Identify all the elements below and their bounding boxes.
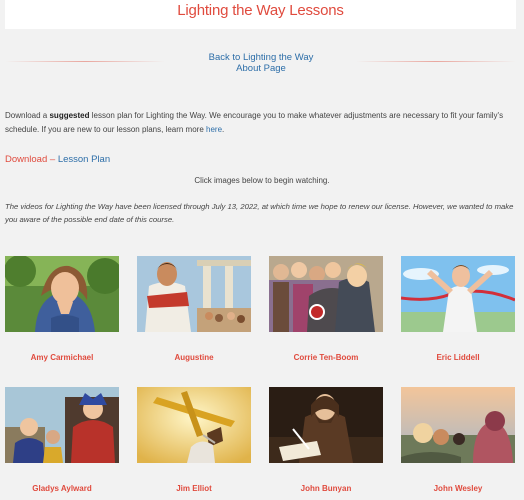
lesson-card-john-bunyan[interactable]: John Bunyan xyxy=(269,387,383,493)
lesson-name[interactable]: John Wesley xyxy=(391,484,524,493)
lesson-name[interactable]: Jim Elliot xyxy=(127,484,261,493)
back-nav: Back to Lighting the Way About Page xyxy=(0,52,524,78)
learn-more-link[interactable]: here xyxy=(206,125,222,134)
jim-elliot-thumbnail[interactable] xyxy=(137,387,251,463)
download-label: Download xyxy=(5,154,48,165)
lesson-card-eric-liddell[interactable]: Eric Liddell xyxy=(401,256,515,362)
page-title: Lighting the Way Lessons xyxy=(177,2,344,19)
intro-paragraph: Download a suggested lesson plan for Lig… xyxy=(5,109,519,136)
back-link-line1: Back to Lighting the Way xyxy=(208,52,314,63)
corrie-ten-boom-thumbnail[interactable] xyxy=(269,256,383,332)
divider-left xyxy=(5,61,165,62)
download-separator: – xyxy=(47,154,58,165)
instruction-text: Click images below to begin watching. xyxy=(194,176,330,185)
divider-right xyxy=(356,61,516,62)
lesson-card-corrie-ten-boom[interactable]: Corrie Ten-Boom xyxy=(269,256,383,362)
gladys-aylward-thumbnail[interactable] xyxy=(5,387,119,463)
lesson-card-jim-elliot[interactable]: Jim Elliot xyxy=(137,387,251,493)
lesson-name[interactable]: Gladys Aylward xyxy=(0,484,129,493)
license-note: The videos for Lighting the Way have bee… xyxy=(5,202,514,224)
eric-liddell-thumbnail[interactable] xyxy=(401,256,515,332)
augustine-thumbnail[interactable] xyxy=(137,256,251,332)
lesson-plan-link[interactable]: Lesson Plan xyxy=(58,154,110,165)
lesson-name[interactable]: Eric Liddell xyxy=(391,353,524,362)
lesson-card-john-wesley[interactable]: John Wesley xyxy=(401,387,515,493)
lesson-card-augustine[interactable]: Augustine xyxy=(137,256,251,362)
intro-text-end: . xyxy=(222,124,225,134)
lesson-card-gladys-aylward[interactable]: Gladys Aylward xyxy=(5,387,119,493)
intro-bold: suggested xyxy=(49,111,90,120)
lesson-name[interactable]: Corrie Ten-Boom xyxy=(259,353,393,362)
intro-text-a: Download a xyxy=(5,111,50,120)
back-to-about-link[interactable]: Back to Lighting the Way About Page xyxy=(190,52,332,74)
download-row: Download – Lesson Plan xyxy=(5,153,110,166)
amy-carmichael-thumbnail[interactable] xyxy=(5,256,119,332)
page-header: Lighting the Way Lessons xyxy=(5,0,516,29)
lesson-card-amy-carmichael[interactable]: Amy Carmichael xyxy=(5,256,119,362)
lesson-name[interactable]: Amy Carmichael xyxy=(0,353,129,362)
lesson-name[interactable]: John Bunyan xyxy=(259,484,393,493)
lesson-name[interactable]: Augustine xyxy=(127,353,261,362)
john-wesley-thumbnail[interactable] xyxy=(401,387,515,463)
back-link-line2: About Page xyxy=(236,63,286,74)
john-bunyan-thumbnail[interactable] xyxy=(269,387,383,463)
